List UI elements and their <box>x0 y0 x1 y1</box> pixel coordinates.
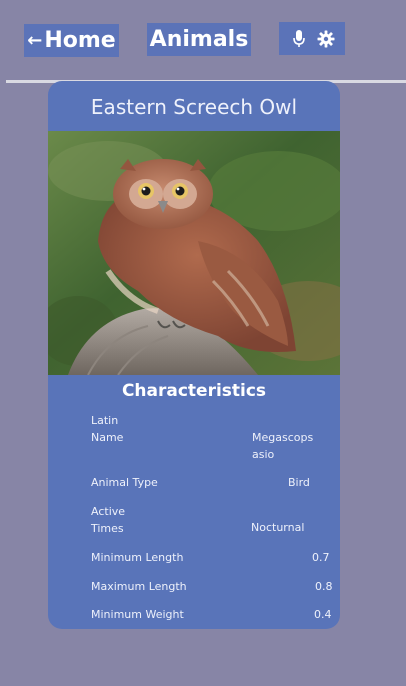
characteristic-row-latin-name: Latin Name Megascops asio <box>91 412 335 462</box>
microphone-icon-graphic <box>292 29 305 47</box>
characteristic-value: 0.4 <box>314 608 332 621</box>
home-button[interactable]: ← Home <box>24 24 119 57</box>
top-navigation: ← Home Animals <box>0 0 406 82</box>
characteristic-label: Minimum Length <box>91 551 184 564</box>
characteristics-heading: Characteristics <box>121 381 267 401</box>
characteristic-label: Latin Name <box>91 414 124 444</box>
page-title: Animals <box>147 23 251 56</box>
characteristic-value: Megascops asio <box>252 431 314 461</box>
owl-photo <box>48 131 340 375</box>
characteristic-label: Minimum Weight <box>91 608 184 621</box>
characteristic-value: 0.8 <box>315 580 333 593</box>
gear-icon-graphic <box>317 30 334 47</box>
characteristic-label: Maximum Length <box>91 580 187 593</box>
gear-icon[interactable] <box>315 28 337 50</box>
animal-card: Eastern Screech Owl Characteristics Lati… <box>48 81 340 629</box>
characteristic-label: Active Times <box>91 505 126 535</box>
back-arrow-icon: ← <box>27 30 43 51</box>
characteristic-value: Nocturnal <box>251 521 305 534</box>
characteristic-value: 0.7 <box>312 551 330 564</box>
characteristic-label: Animal Type <box>91 476 158 489</box>
characteristic-value: Bird <box>288 476 310 489</box>
home-label: Home <box>44 28 116 53</box>
microphone-icon[interactable] <box>288 28 310 50</box>
toolbar <box>279 22 345 55</box>
animal-name: Eastern Screech Owl <box>90 95 298 119</box>
